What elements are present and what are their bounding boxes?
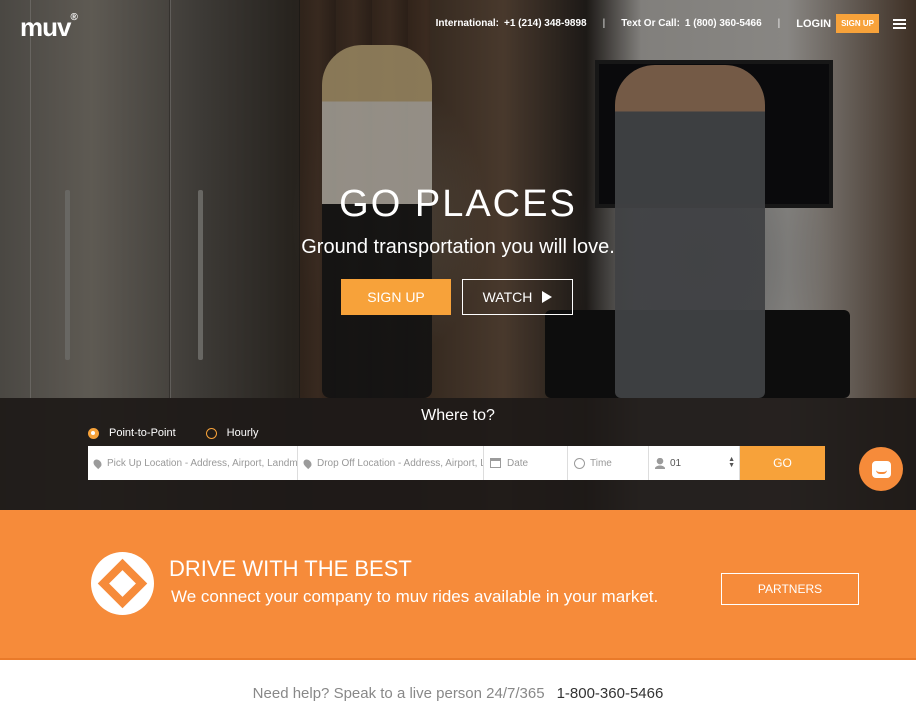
nav-divider: | [602, 18, 606, 29]
booking-form: Pick Up Location - Address, Airport, Lan… [88, 446, 825, 480]
go-button[interactable]: GO [740, 446, 825, 480]
pickup-location-input[interactable]: Pick Up Location - Address, Airport, Lan… [88, 446, 298, 480]
top-nav: International: +1 (214) 348-9898 | Text … [436, 14, 906, 33]
watch-label: WATCH [482, 289, 533, 305]
partners-button[interactable]: PARTNERS [721, 573, 859, 605]
ride-mode-options: Point-to-Point Hourly [88, 427, 258, 439]
date-placeholder: Date [507, 457, 529, 469]
chat-launcher-button[interactable] [859, 447, 903, 491]
international-phone-link[interactable]: +1 (214) 348-9898 [504, 18, 587, 29]
time-placeholder: Time [590, 457, 612, 469]
date-input[interactable]: Date [484, 446, 568, 480]
dropoff-placeholder: Drop Off Location - Address, Airport, La… [317, 457, 483, 469]
registered-mark: ® [70, 12, 77, 23]
help-text: Need help? Speak to a live person 24/7/3… [252, 685, 545, 702]
map-pin-icon [91, 457, 104, 469]
logo-text: muv [20, 12, 71, 42]
hourly-radio[interactable] [205, 427, 217, 439]
help-bar: Need help? Speak to a live person 24/7/3… [0, 685, 916, 702]
hero-subline: Ground transportation you will love. [301, 236, 615, 258]
hourly-label[interactable]: Hourly [227, 427, 259, 439]
help-phone-link[interactable]: 1-800-360-5466 [557, 685, 664, 702]
time-input[interactable]: Time [568, 446, 649, 480]
pickup-placeholder: Pick Up Location - Address, Airport, Lan… [107, 457, 298, 469]
clock-icon [574, 457, 585, 469]
map-pin-icon [301, 457, 314, 469]
play-icon [542, 291, 553, 303]
nav-divider: | [777, 18, 781, 29]
promo-subtitle: We connect your company to muv rides ava… [171, 587, 659, 606]
nav-signup-button[interactable]: SIGN UP [836, 14, 879, 33]
point-to-point-label[interactable]: Point-to-Point [109, 427, 176, 439]
text-or-call-label: Text Or Call: [621, 18, 680, 29]
hero-signup-button[interactable]: SIGN UP [341, 279, 451, 315]
promo-title: DRIVE WITH THE BEST [169, 556, 412, 581]
stepper-arrows-icon[interactable]: ▲ ▼ [728, 456, 735, 469]
passenger-count-select[interactable]: 01 ▲ ▼ [649, 446, 740, 480]
person-icon [655, 457, 665, 469]
hamburger-menu-icon[interactable] [893, 18, 906, 29]
point-to-point-radio[interactable] [88, 427, 99, 439]
booking-title: Where to? [421, 407, 495, 424]
text-phone-link[interactable]: 1 (800) 360-5466 [685, 18, 762, 29]
passenger-count: 01 [670, 457, 682, 469]
booking-panel: Where to? Point-to-Point Hourly Pick Up … [0, 398, 916, 510]
muv-logo[interactable]: muv® [20, 12, 78, 43]
login-link[interactable]: LOGIN [796, 18, 831, 30]
hero-headline: GO PLACES [339, 183, 577, 225]
dropoff-location-input[interactable]: Drop Off Location - Address, Airport, La… [298, 446, 484, 480]
watch-video-button[interactable]: WATCH [462, 279, 573, 315]
driver-badge-icon [91, 552, 154, 615]
calendar-icon [490, 458, 501, 468]
chat-icon [871, 460, 891, 478]
international-label: International: [435, 18, 499, 29]
